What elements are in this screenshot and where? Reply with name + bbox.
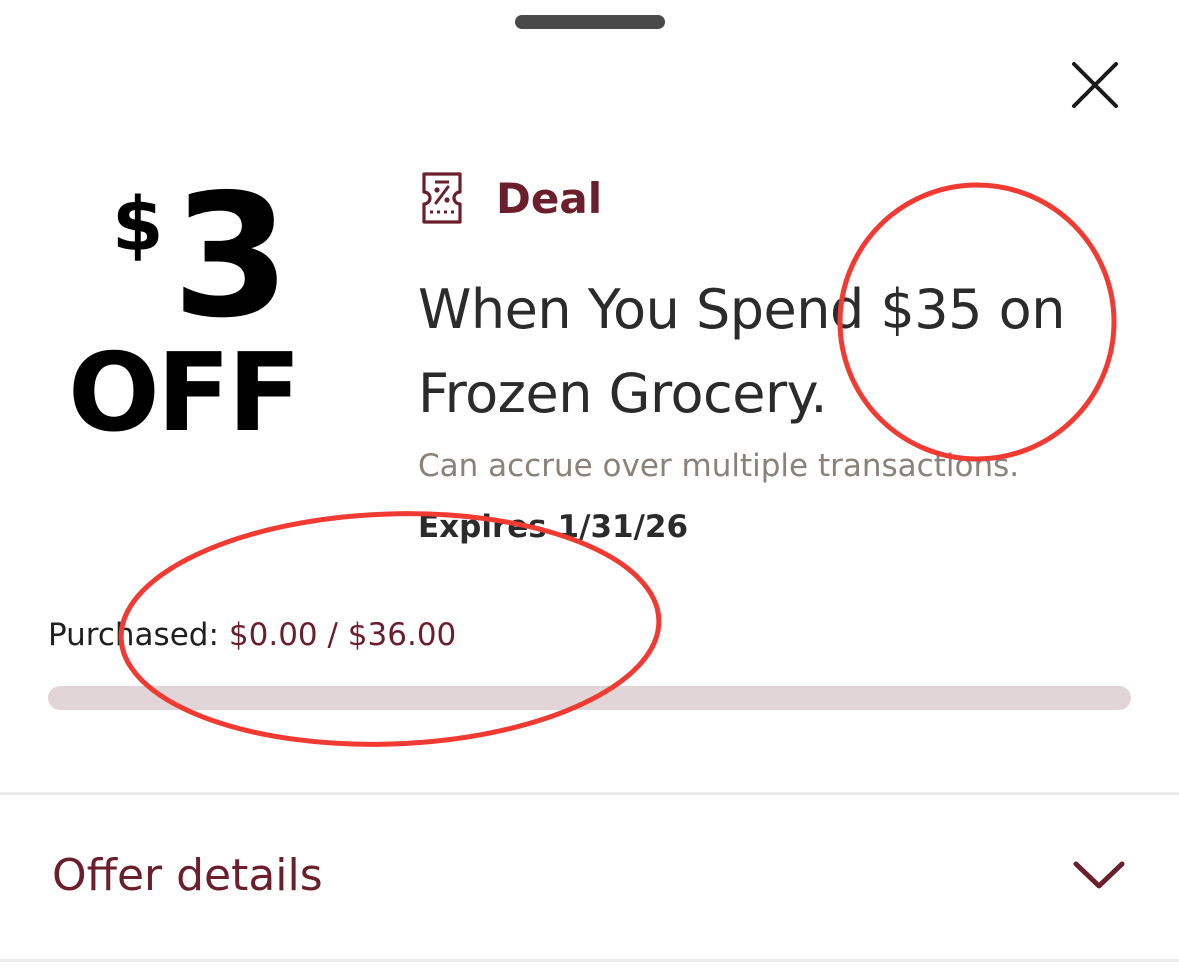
chevron-down-icon <box>1073 861 1125 889</box>
offer-details-label: Offer details <box>52 850 323 901</box>
sheet-grabber[interactable] <box>515 15 665 29</box>
offer-details-toggle[interactable]: Offer details <box>0 796 1179 958</box>
close-icon <box>1072 62 1118 108</box>
close-button[interactable] <box>1060 50 1130 120</box>
purchased-progress-text: Purchased: $0.00 / $36.00 <box>48 612 456 658</box>
offer-expiry: Expires 1/31/26 <box>418 509 689 545</box>
offer-detail-sheet: $ 3 OFF Deal When You Spend $35 on Froze… <box>0 0 1179 976</box>
divider <box>0 792 1179 795</box>
offer-amount-currency: $ <box>112 182 163 268</box>
purchased-label: Purchased: <box>48 617 219 653</box>
offer-note: Can accrue over multiple transactions. <box>418 448 1020 484</box>
offer-amount-graphic: $ 3 OFF <box>60 170 350 470</box>
offer-amount-suffix: OFF <box>68 331 301 456</box>
purchased-value: $0.00 / $36.00 <box>228 617 457 653</box>
offer-amount-number: 3 <box>172 158 290 356</box>
offer-type: Deal <box>418 170 602 226</box>
purchase-progress-bar <box>48 686 1131 710</box>
divider-bottom <box>0 959 1179 962</box>
offer-title: When You Spend $35 on Frozen Grocery. <box>418 278 1065 425</box>
offer-type-label: Deal <box>496 173 603 223</box>
coupon-icon <box>418 170 468 226</box>
